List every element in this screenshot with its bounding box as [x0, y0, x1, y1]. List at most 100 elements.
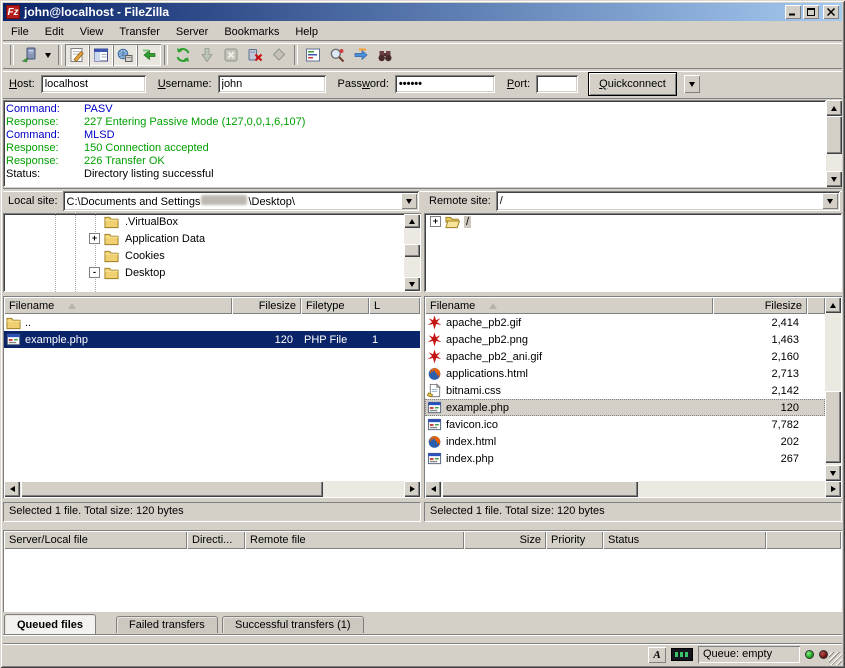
find-files-button[interactable] [373, 44, 397, 66]
title-bar: Fz john@localhost - FileZilla [3, 3, 842, 21]
quickconnect-button[interactable]: Quickconnect [588, 72, 677, 96]
column-header-priority[interactable]: Priority [546, 531, 603, 549]
column-header-status[interactable]: Status [603, 531, 766, 549]
scroll-left-button[interactable] [4, 481, 20, 497]
scrollbar-thumb[interactable] [404, 244, 420, 257]
tree-item-application-data[interactable]: +Application Data [3, 230, 421, 247]
tree-item-virtualbox[interactable]: .VirtualBox [3, 213, 421, 230]
directory-comparison-button[interactable] [325, 44, 349, 66]
refresh-button[interactable] [171, 44, 195, 66]
process-queue-button[interactable] [195, 44, 219, 66]
message-log-content[interactable]: Command:PASV Response:227 Entering Passi… [3, 100, 826, 187]
scroll-down-button[interactable] [404, 277, 420, 291]
remote-vertical-scrollbar[interactable] [825, 297, 841, 481]
local-site-combo[interactable]: C:\Documents and Settings\Desktop\ [63, 191, 419, 211]
file-row[interactable]: index.html202 [425, 433, 825, 450]
scroll-up-button[interactable] [826, 100, 842, 116]
menu-edit[interactable]: Edit [37, 24, 72, 40]
file-row[interactable]: apache_pb2.gif2,414 [425, 314, 825, 331]
file-row[interactable]: apache_pb2.png1,463 [425, 331, 825, 348]
menu-transfer[interactable]: Transfer [111, 24, 168, 40]
maximize-button[interactable] [803, 5, 819, 19]
local-tree-scrollbar[interactable] [404, 214, 420, 291]
tab-successful-transfers[interactable]: Successful transfers (1) [222, 616, 364, 633]
file-row[interactable]: index.php267 [425, 450, 825, 467]
local-site-dropdown-button[interactable] [401, 193, 417, 209]
scroll-up-button[interactable] [404, 214, 420, 228]
host-input[interactable] [41, 75, 146, 93]
tree-item-desktop[interactable]: -Desktop [3, 264, 421, 281]
scrollbar-thumb[interactable] [826, 116, 842, 154]
scroll-up-button[interactable] [825, 297, 841, 313]
close-button[interactable] [823, 5, 839, 19]
toggle-message-log-button[interactable] [65, 44, 89, 66]
column-header-size[interactable]: Size [464, 531, 546, 549]
scroll-right-button[interactable] [825, 481, 841, 497]
column-header-filename[interactable]: Filename [4, 297, 232, 314]
site-manager-button[interactable] [17, 44, 41, 66]
remote-tree-icon [117, 47, 133, 63]
tree-expander-plus[interactable]: + [430, 216, 441, 227]
local-horizontal-scrollbar[interactable] [4, 481, 420, 497]
tree-expander-minus[interactable]: - [89, 267, 100, 278]
column-header-filesize[interactable]: Filesize [232, 297, 301, 314]
maximize-icon [807, 8, 815, 16]
username-input[interactable] [218, 75, 326, 93]
local-directory-tree[interactable]: .VirtualBox +Application Data Cookies -D… [3, 213, 421, 292]
column-header-remote-file[interactable]: Remote file [245, 531, 464, 549]
scroll-down-button[interactable] [826, 171, 842, 187]
scroll-right-button[interactable] [404, 481, 420, 497]
app-icon[interactable]: Fz [6, 5, 20, 19]
toggle-local-tree-button[interactable] [89, 44, 113, 66]
file-row[interactable]: favicon.ico7,782 [425, 416, 825, 433]
password-input[interactable] [395, 75, 495, 93]
disconnect-button[interactable] [243, 44, 267, 66]
tab-queued-files[interactable]: Queued files [4, 614, 96, 634]
data-type-indicator[interactable]: A [648, 647, 666, 663]
remote-site-combo[interactable]: / [496, 191, 840, 211]
column-header-filesize[interactable]: Filesize [713, 297, 807, 314]
file-row-parent-dir[interactable]: .. [4, 314, 420, 331]
file-row[interactable]: apache_pb2_ani.gif2,160 [425, 348, 825, 365]
site-manager-dropdown-button[interactable] [41, 44, 55, 66]
scrollbar-thumb[interactable] [21, 481, 323, 497]
reconnect-button[interactable] [267, 44, 291, 66]
scrollbar-thumb[interactable] [825, 391, 841, 463]
menu-file[interactable]: File [3, 24, 37, 40]
tree-expander-plus[interactable]: + [89, 233, 100, 244]
menu-bookmarks[interactable]: Bookmarks [216, 24, 287, 40]
remote-directory-tree[interactable]: +/ [424, 213, 842, 292]
log-scrollbar[interactable] [826, 100, 842, 187]
column-header-filetype[interactable]: Filetype [301, 297, 369, 314]
minimize-button[interactable] [785, 5, 801, 19]
scrollbar-thumb[interactable] [442, 481, 638, 497]
tab-failed-transfers[interactable]: Failed transfers [116, 616, 218, 633]
transfer-queue[interactable]: Server/Local file Directi... Remote file… [3, 530, 842, 612]
cancel-operation-button[interactable] [219, 44, 243, 66]
file-row-example-php[interactable]: example.php120 [425, 399, 825, 416]
toggle-queue-button[interactable] [137, 44, 161, 66]
synchronized-browsing-button[interactable] [349, 44, 373, 66]
remote-horizontal-scrollbar[interactable] [425, 481, 841, 497]
toggle-remote-tree-button[interactable] [113, 44, 137, 66]
column-header-filename[interactable]: Filename [425, 297, 713, 314]
menu-view[interactable]: View [72, 24, 112, 40]
scroll-down-button[interactable] [825, 465, 841, 481]
file-row-example-php[interactable]: example.php 120 PHP File 1 [4, 331, 420, 348]
scroll-left-button[interactable] [425, 481, 441, 497]
resize-grip[interactable] [829, 652, 842, 665]
port-input[interactable] [536, 75, 578, 93]
tree-item-root[interactable]: +/ [424, 213, 842, 230]
column-header-server-local-file[interactable]: Server/Local file [4, 531, 187, 549]
file-row[interactable]: bitnami.css2,142 [425, 382, 825, 399]
tree-item-cookies[interactable]: Cookies [3, 247, 421, 264]
menu-server[interactable]: Server [168, 24, 216, 40]
column-header-direction[interactable]: Directi... [187, 531, 245, 549]
remote-site-dropdown-button[interactable] [822, 193, 838, 209]
menu-help[interactable]: Help [287, 24, 326, 40]
file-row[interactable]: applications.html2,713 [425, 365, 825, 382]
speed-limits-icon[interactable] [671, 648, 693, 661]
quickconnect-dropdown-button[interactable] [684, 75, 700, 93]
column-header-last-modified[interactable]: L [369, 297, 420, 314]
filters-button[interactable] [301, 44, 325, 66]
